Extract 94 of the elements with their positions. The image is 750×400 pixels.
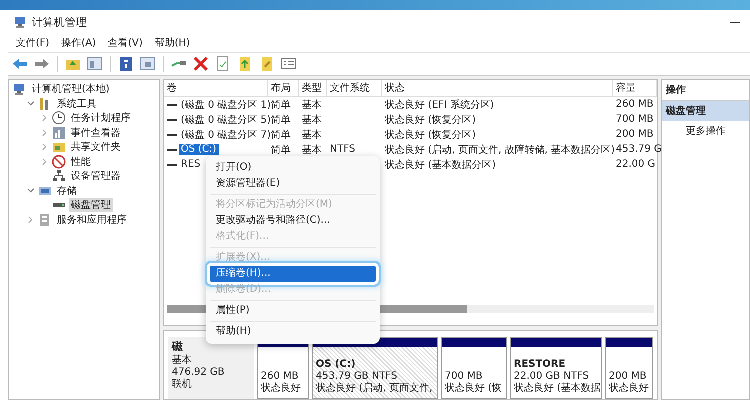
tree-item[interactable]: 事件查看器 [69, 126, 123, 140]
partition-block[interactable]: RESTORE 22.00 GB NTFS 状态良好 (基本数据 [510, 337, 602, 399]
partition-info: 200 MB [609, 371, 648, 382]
window-title: 计算机管理 [32, 14, 87, 30]
table-cell-text: 状态良好 (基本数据分区) [385, 158, 496, 172]
table-cell: 200 MB [616, 129, 654, 140]
panel-icon [140, 56, 156, 72]
clock-icon [52, 111, 66, 126]
toolbar-button[interactable] [191, 54, 211, 74]
column-header[interactable]: 类型 [299, 80, 327, 96]
tree-item[interactable]: 计算机管理(本地) [30, 82, 112, 96]
panel-icon [87, 56, 103, 72]
no-entry-icon [52, 154, 66, 169]
table-cell: 700 MB [616, 114, 654, 125]
disk-info-text: 基本 [172, 355, 193, 367]
table-cell: 453.79 G [616, 144, 662, 155]
partition-info: 700 MB [445, 371, 484, 382]
context-menu-item[interactable]: 资源管理器(E) [210, 176, 376, 192]
tree-item[interactable]: 任务计划程序 [69, 111, 133, 126]
device-tree-icon [52, 169, 66, 184]
tree-item[interactable]: 设备管理器 [69, 169, 123, 184]
tree-item[interactable]: 共享文件夹 [69, 140, 123, 154]
tree-item[interactable]: 性能 [69, 154, 93, 169]
table-cell-text: 简单 [271, 128, 291, 142]
menu-item[interactable]: 操作(A) [58, 35, 100, 51]
menu-item[interactable]: 文件(F) [12, 35, 54, 51]
forward-arrow-icon [34, 56, 50, 72]
volume-name[interactable]: RES [179, 159, 203, 170]
table-cell-text: 简单 [271, 144, 291, 156]
partition-info: 453.79 GB NTFS [316, 371, 398, 382]
document-icon [215, 56, 231, 72]
log-viewer-icon [52, 126, 66, 140]
table-cell-text: 状态良好 (恢复分区) [385, 114, 476, 126]
services-icon [38, 212, 52, 227]
partition-info: 260 MB [261, 371, 300, 382]
column-header[interactable]: 文件系统 [327, 80, 382, 96]
table-cell-text: 状态良好 (启动, 页面文件, 故障转储, 基本数据分区) [385, 144, 616, 156]
table-cell-text: 简单 [271, 98, 291, 112]
table-cell-text: 简单 [271, 114, 291, 126]
action-item[interactable]: 磁盘管理 [662, 101, 749, 121]
tree-item[interactable]: 服务和应用程序 [55, 212, 129, 227]
context-menu-item[interactable]: 帮助(H) [210, 324, 376, 340]
partition-info: 状态良好 [609, 383, 649, 395]
context-menu-item[interactable]: 打开(O) [210, 160, 376, 176]
list-icon [281, 56, 297, 72]
action-item[interactable]: 更多操作 [662, 121, 749, 141]
back-arrow-icon [12, 56, 28, 72]
shared-folder-icon [52, 140, 66, 154]
table-cell-text: 基本 [302, 114, 322, 126]
column-header[interactable]: 容量 [613, 80, 657, 96]
tree-item[interactable]: 磁盘管理 [69, 198, 113, 212]
table-cell-text: 基本 [302, 128, 322, 142]
partition-info: 状态良好 (恢 [445, 383, 503, 395]
context-menu-item[interactable]: 更改驱动器号和路径(C)... [210, 213, 376, 229]
chevron-right-icon[interactable] [41, 143, 49, 152]
table-cell: 260 MB [616, 99, 654, 110]
disk-info-text: 联机 [172, 379, 193, 391]
computer-management-icon [14, 15, 28, 29]
menu-item[interactable]: 帮助(H) [150, 35, 194, 51]
partition-info: 22.00 GB NTFS [514, 371, 590, 382]
delete-icon [193, 56, 209, 72]
table-cell: NTFS [330, 144, 356, 155]
column-header[interactable]: 状态 [382, 80, 613, 96]
partition-info: 状态良好 [261, 383, 302, 395]
table-cell-text: 基本 [302, 98, 322, 112]
column-header[interactable]: 布局 [268, 80, 299, 96]
computer-icon [13, 82, 27, 96]
table-cell-text: 状态良好 (恢复分区) [385, 128, 476, 142]
partition-name: OS (C:) [316, 359, 357, 371]
chevron-down-icon[interactable] [27, 100, 35, 108]
context-menu-item[interactable]: 压缩卷(H)... [210, 266, 376, 282]
partition-block[interactable]: 200 MB 状态良好 [605, 337, 653, 399]
menu-item[interactable]: 查看(V) [104, 35, 147, 51]
folder-icon [237, 56, 253, 72]
tree-item[interactable]: 存储 [55, 184, 79, 198]
disk-info-text: 476.92 GB [172, 367, 226, 378]
table-cell-text: 基本 [302, 144, 322, 156]
partition-name: RESTORE [514, 359, 567, 371]
chevron-right-icon[interactable] [41, 158, 49, 166]
partition-block[interactable]: OS (C:) 453.79 GB NTFS 状态良好 (启动, 页面文件, [312, 337, 438, 399]
chevron-right-icon[interactable] [27, 216, 35, 224]
table-cell: 22.00 G [616, 159, 656, 170]
context-menu-item[interactable]: 属性(P) [210, 303, 376, 319]
partition-block[interactable]: 700 MB 状态良好 (恢 [441, 337, 507, 399]
chevron-right-icon[interactable] [41, 128, 49, 137]
volume-name[interactable]: OS (C:) [179, 144, 219, 155]
chevron-right-icon[interactable] [41, 114, 49, 122]
partition-info: 状态良好 (启动, 页面文件, [316, 383, 434, 395]
chevron-down-icon[interactable] [27, 186, 35, 195]
disk-label: 磁 [172, 339, 183, 354]
table-cell-text: 状态良好 (EFI 系统分区) [385, 98, 494, 112]
tree-item[interactable]: 系统工具 [55, 96, 99, 111]
column-header[interactable]: 卷 [164, 80, 268, 96]
folder-icon [259, 56, 275, 72]
